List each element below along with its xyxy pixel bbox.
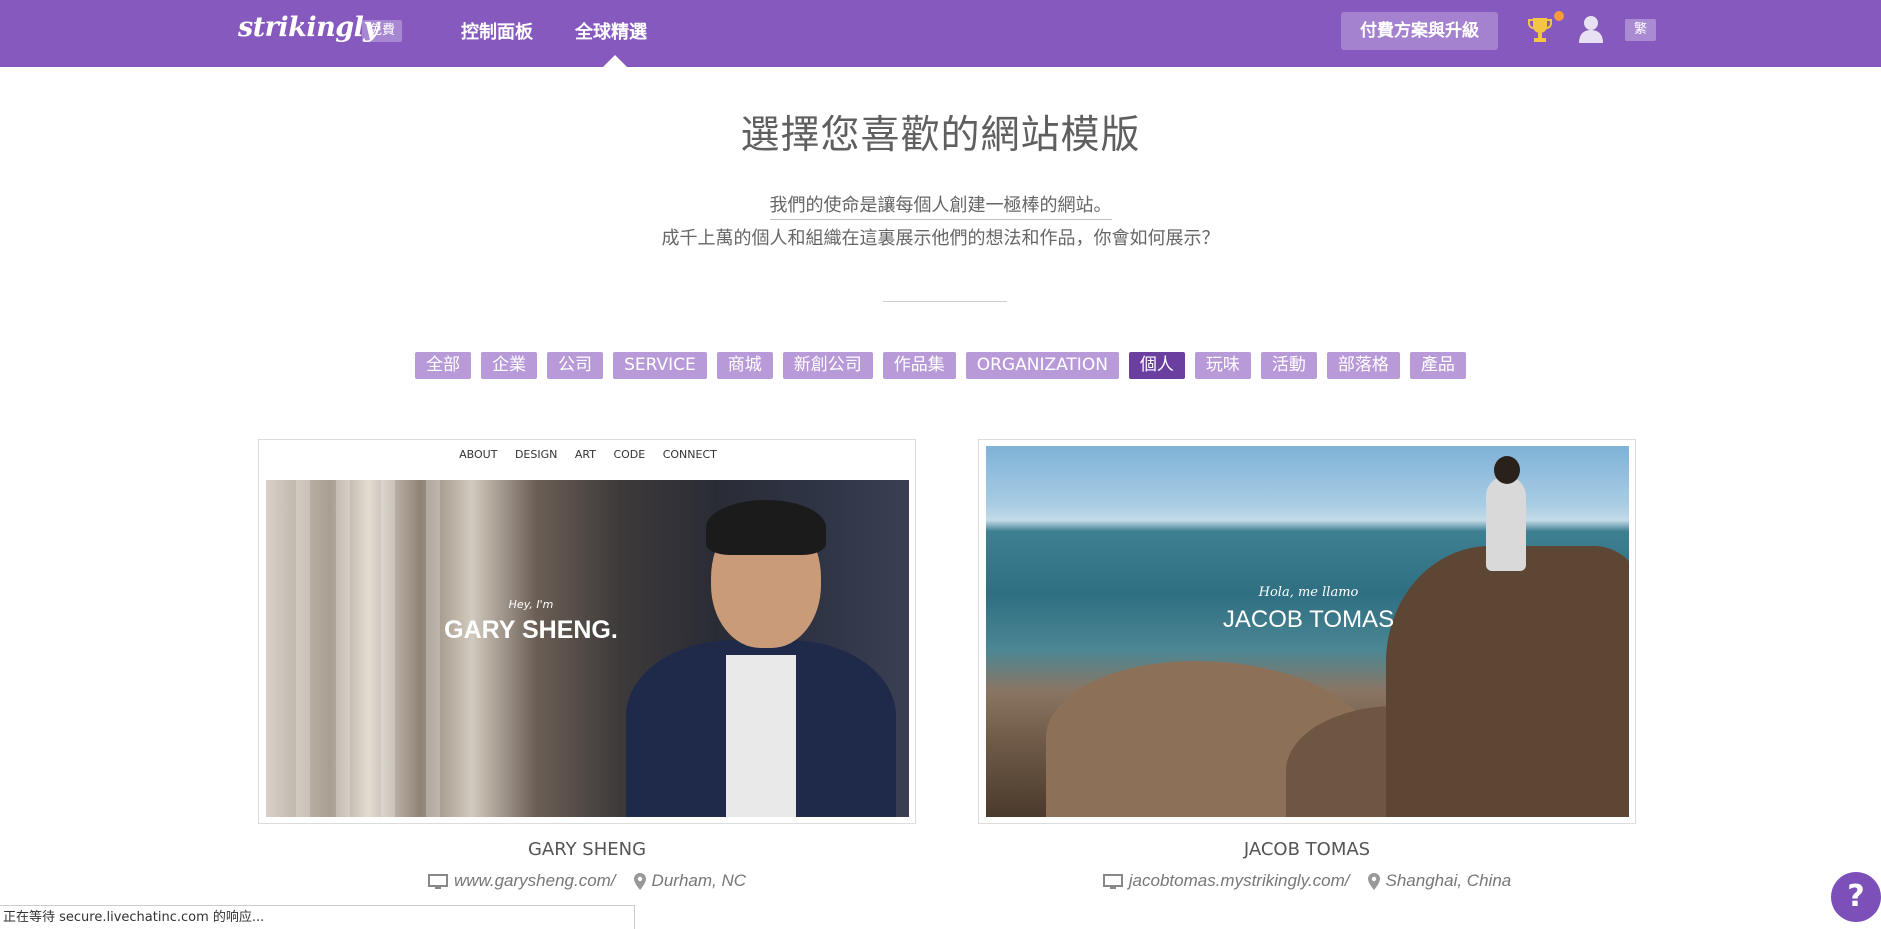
browser-status-bar: 正在等待 secure.livechatinc.com 的响应... [0,905,635,929]
preview-title: GARY SHENG. [444,616,618,644]
preview-intro: Hola, me llamo [1258,585,1359,600]
filter-product[interactable]: 產品 [1409,352,1466,379]
column-shape [426,480,440,817]
filter-service[interactable]: SERVICE [613,352,707,379]
template-meta: www.garysheng.com/Durham, NC [258,871,916,891]
filter-store[interactable]: 商城 [716,352,773,379]
upgrade-button[interactable]: 付費方案與升級 [1341,12,1498,50]
person-shape [1486,476,1526,571]
template-location: Shanghai, China [1385,871,1512,890]
preview-nav: ABOUT DESIGN ART CODE CONNECT [259,448,917,461]
trophy-icon[interactable] [1528,16,1552,44]
preview-nav-item: CONNECT [662,448,717,461]
language-toggle[interactable]: 繁 [1625,19,1656,41]
nav-dashboard[interactable]: 控制面板 [461,18,533,44]
monitor-icon [1102,873,1123,889]
filter-company[interactable]: 公司 [547,352,604,379]
nav-global-showcase[interactable]: 全球精選 [575,18,647,44]
filter-events[interactable]: 活動 [1260,352,1317,379]
person-head-shape [1494,456,1520,484]
category-filter-bar: 全部 企業 公司 SERVICE 商城 新創公司 作品集 ORGANIZATIO… [0,352,1881,379]
page-title: 選擇您喜歡的網站模版 [740,113,1141,158]
column-shape [381,480,395,817]
top-navbar: strikingly 免費 控制面板 全球精選 付費方案與升級 繁 [0,0,1881,67]
filter-blog[interactable]: 部落格 [1326,352,1400,379]
notification-dot [1554,11,1564,21]
user-icon[interactable] [1578,15,1604,43]
template-location: Durham, NC [651,871,747,890]
location-pin-icon [633,873,646,891]
monitor-icon [427,873,448,889]
filter-portfolio[interactable]: 作品集 [882,352,956,379]
filter-organization[interactable]: ORGANIZATION [965,352,1119,379]
location-pin-icon [1367,873,1380,891]
person-hair-shape [706,500,826,555]
template-card-jacob-tomas[interactable]: Hola, me llamo JACOB TOMAS [978,439,1636,824]
template-preview-image: Hola, me llamo JACOB TOMAS [986,446,1629,817]
template-name[interactable]: JACOB TOMAS [978,839,1636,860]
active-nav-indicator [603,55,627,67]
template-preview-image: Hey, I'm GARY SHENG. [266,480,909,817]
template-meta: jacobtomas.mystrikingly.com/Shanghai, Ch… [978,871,1636,891]
template-card-gary-sheng[interactable]: ABOUT DESIGN ART CODE CONNECT Hey, I'm G… [258,439,916,824]
subtitle-text: 成千上萬的個人和組織在這裏展示他們的想法和作品，你會如何展示？ [661,228,1220,249]
filter-playful[interactable]: 玩味 [1194,352,1251,379]
template-url[interactable]: www.garysheng.com/ [454,871,616,890]
preview-nav-item: CODE [613,448,646,461]
preview-intro: Hey, I'm [508,598,554,611]
filter-enterprise[interactable]: 企業 [481,352,538,379]
mission-line: 我們的使命是讓每個人創建一極棒的網站。 [769,195,1112,220]
filter-all[interactable]: 全部 [415,352,472,379]
template-name[interactable]: GARY SHENG [258,839,916,860]
section-divider [883,301,1007,302]
plan-badge: 免費 [362,20,402,42]
mission-text: 我們的使命是讓每個人創建一極棒的網站。 [0,191,1881,220]
column-shape [296,480,310,817]
preview-title: JACOB TOMAS [1222,606,1395,633]
filter-startup[interactable]: 新創公司 [782,352,873,379]
preview-nav-item: ABOUT [459,448,498,461]
column-shape [336,480,350,817]
person-shirt-shape [726,655,796,817]
preview-nav-item: ART [574,448,596,461]
template-url[interactable]: jacobtomas.mystrikingly.com/ [1129,871,1350,890]
strikingly-logo[interactable]: strikingly [238,12,379,43]
filter-personal[interactable]: 個人 [1128,352,1185,379]
help-button[interactable]: ? [1831,872,1881,922]
preview-nav-item: DESIGN [514,448,558,461]
